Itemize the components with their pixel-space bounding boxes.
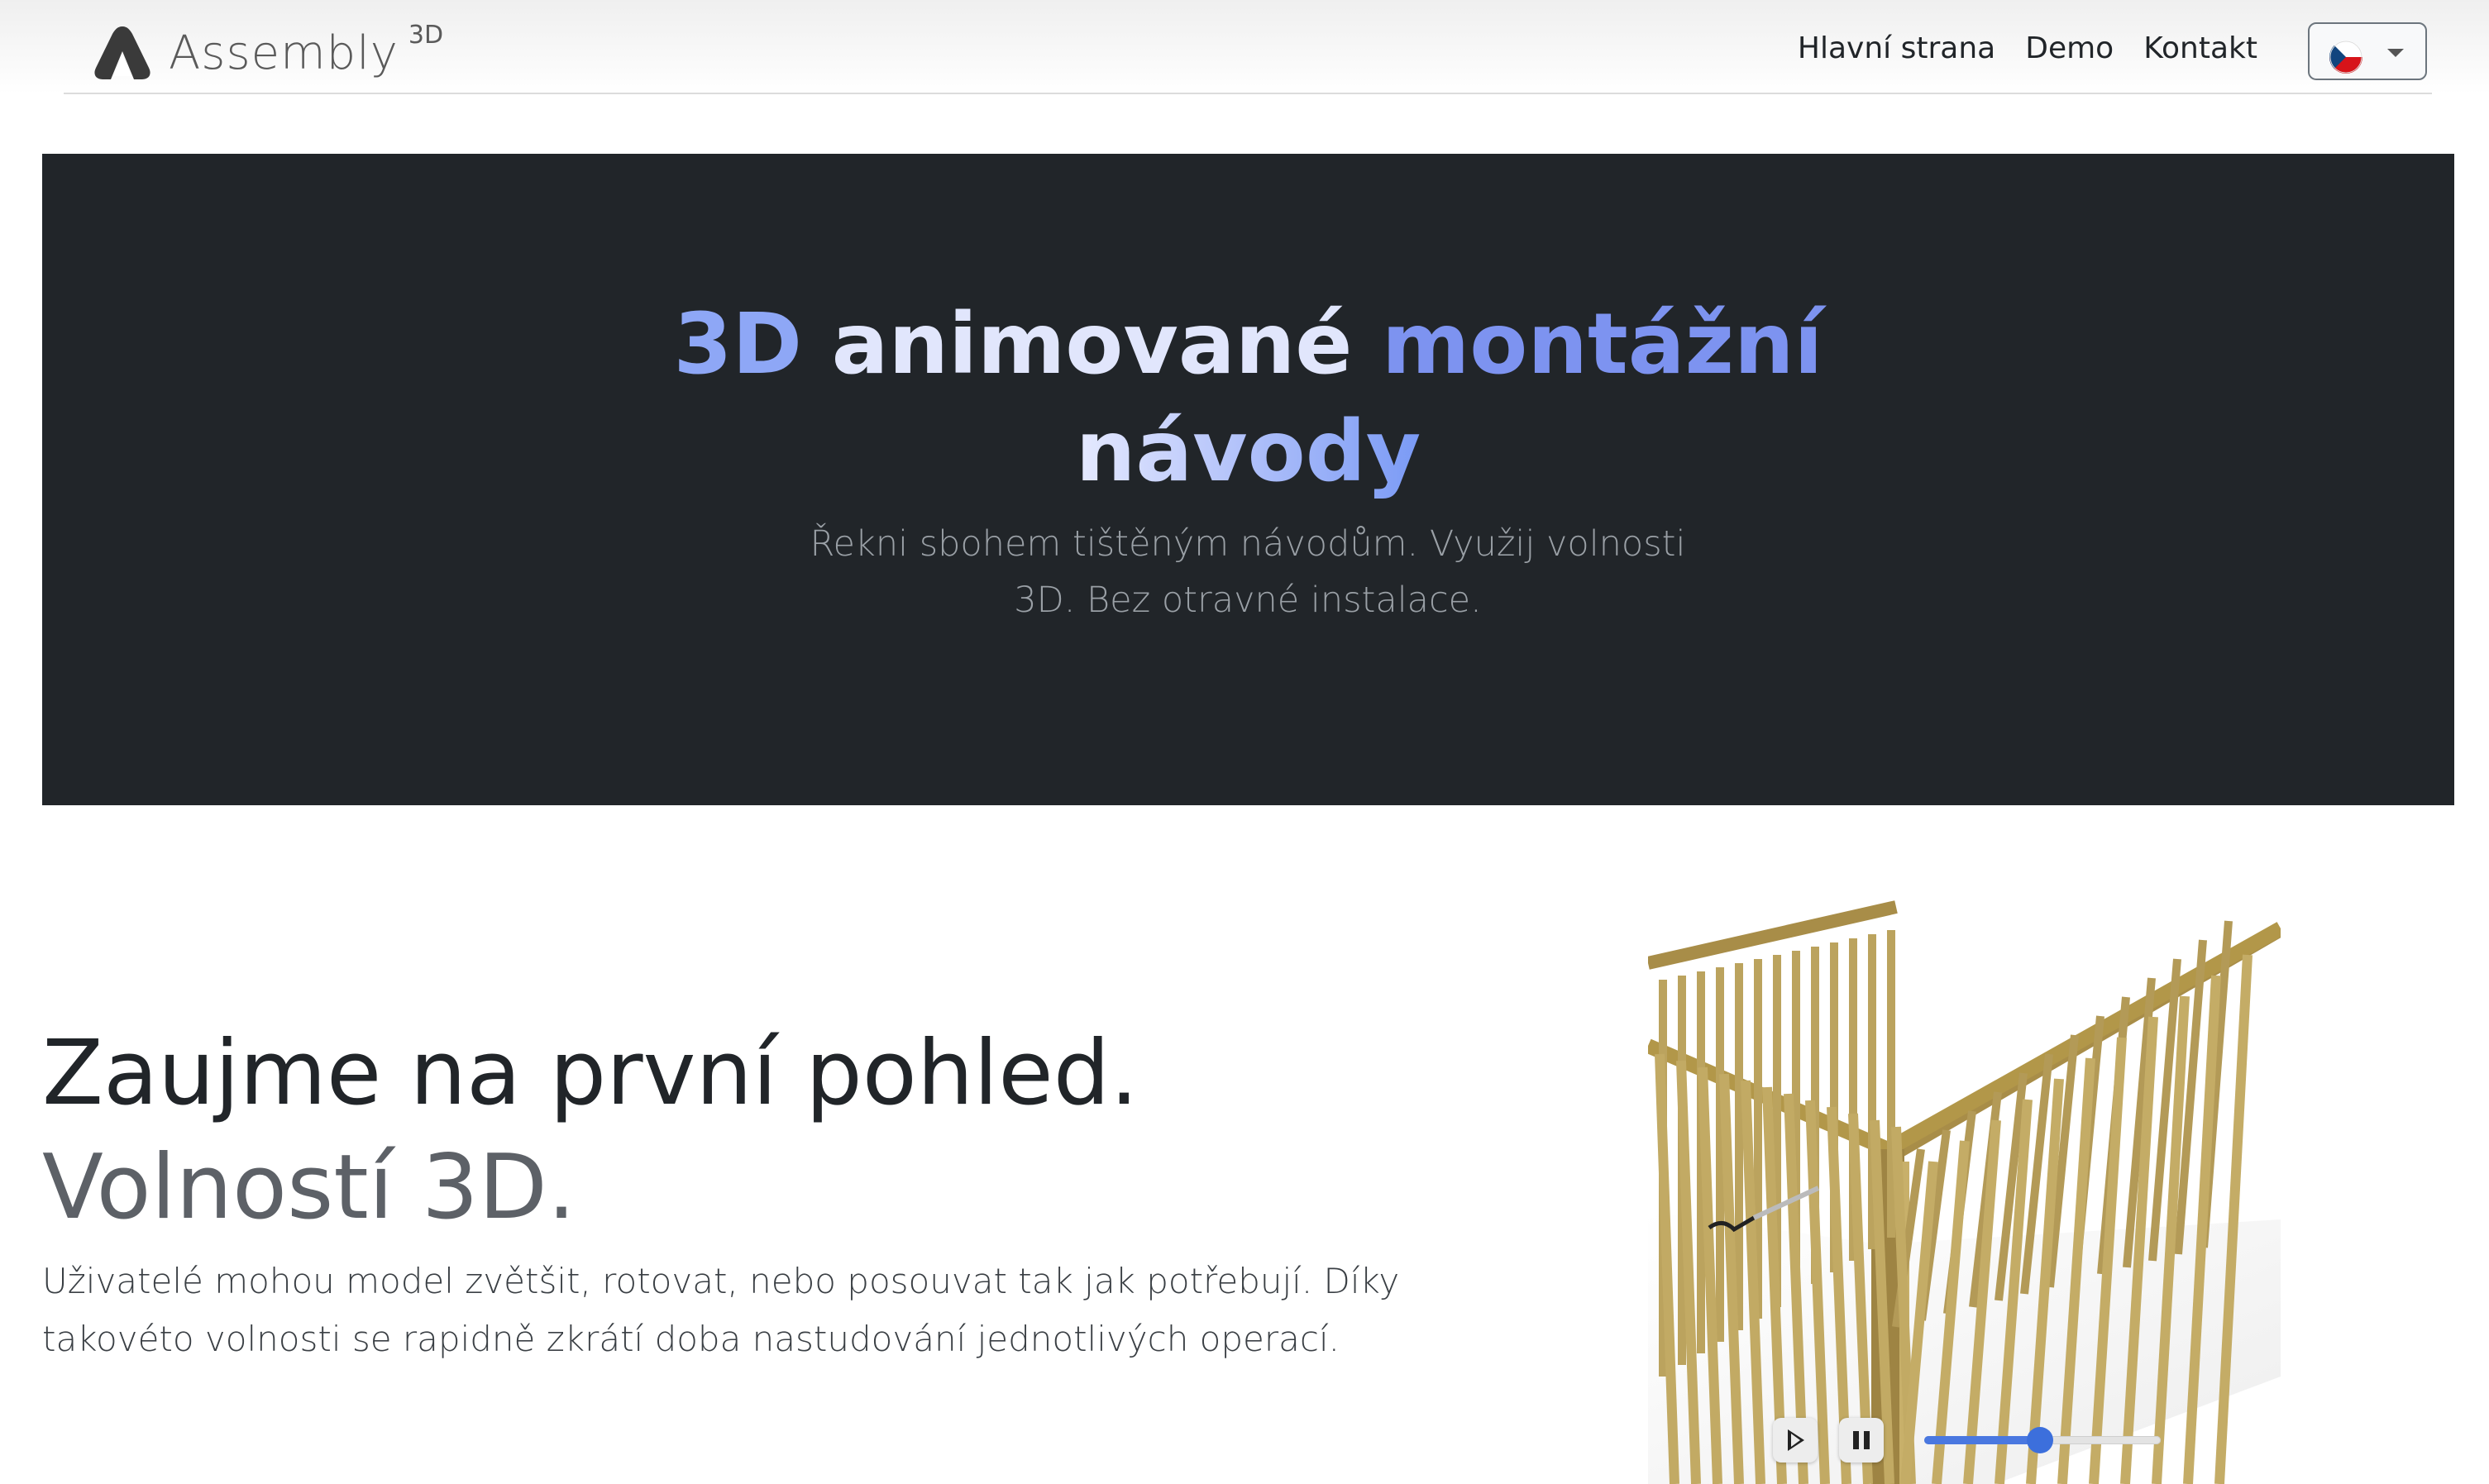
- czech-flag-icon: [2329, 41, 2362, 74]
- feature-heading-muted: Volností 3D.: [42, 1136, 576, 1239]
- slider-fill: [1924, 1436, 2041, 1444]
- brand-name: Assembly: [169, 26, 399, 80]
- hero-title: 3D animované montážní návody: [42, 291, 2454, 506]
- hero-title-word: 3D: [673, 295, 803, 394]
- pause-icon: [1853, 1431, 1870, 1449]
- play-button[interactable]: [1773, 1418, 1818, 1463]
- brand-suffix: 3D: [408, 20, 444, 50]
- play-icon: [1788, 1429, 1804, 1451]
- crib-frame-icon: [1648, 864, 2281, 1484]
- nav-link-contact[interactable]: Kontakt: [2143, 31, 2257, 65]
- navbar-divider: [64, 93, 2432, 94]
- feature-description: Uživatelé mohou model zvětšit, rotovat, …: [42, 1261, 1400, 1359]
- animation-progress-slider[interactable]: [1924, 1427, 2161, 1453]
- chevron-down-icon: [2387, 49, 2404, 57]
- nav-link-demo[interactable]: Demo: [2025, 31, 2114, 65]
- hero-title-word: montážní: [1382, 295, 1823, 394]
- pause-button[interactable]: [1839, 1418, 1884, 1463]
- nav-links: Hlavní strana Demo Kontakt: [1798, 31, 2257, 65]
- language-dropdown-button[interactable]: [2308, 22, 2427, 80]
- brand-link[interactable]: Assembly 3D: [91, 20, 443, 86]
- assembly-logo-icon: [94, 26, 150, 79]
- nav-link-home[interactable]: Hlavní strana: [1798, 31, 1995, 65]
- navbar: Assembly 3D Hlavní strana Demo Kontakt: [0, 0, 2489, 94]
- model-viewer[interactable]: [1648, 864, 2281, 1484]
- hero-title-word: animované: [831, 295, 1353, 394]
- feature-heading: Zaujme na první pohled. Volností 3D.: [42, 1017, 1489, 1245]
- hero-subtitle: Řekni sbohem tištěným návodům. Využij vo…: [810, 523, 1686, 621]
- hero-title-word: návody: [1075, 403, 1421, 501]
- feature-heading-main: Zaujme na první pohled.: [42, 1022, 1139, 1125]
- slider-thumb[interactable]: [2027, 1427, 2054, 1453]
- hero-banner: 3D animované montážní návody Řekni sbohe…: [42, 154, 2454, 805]
